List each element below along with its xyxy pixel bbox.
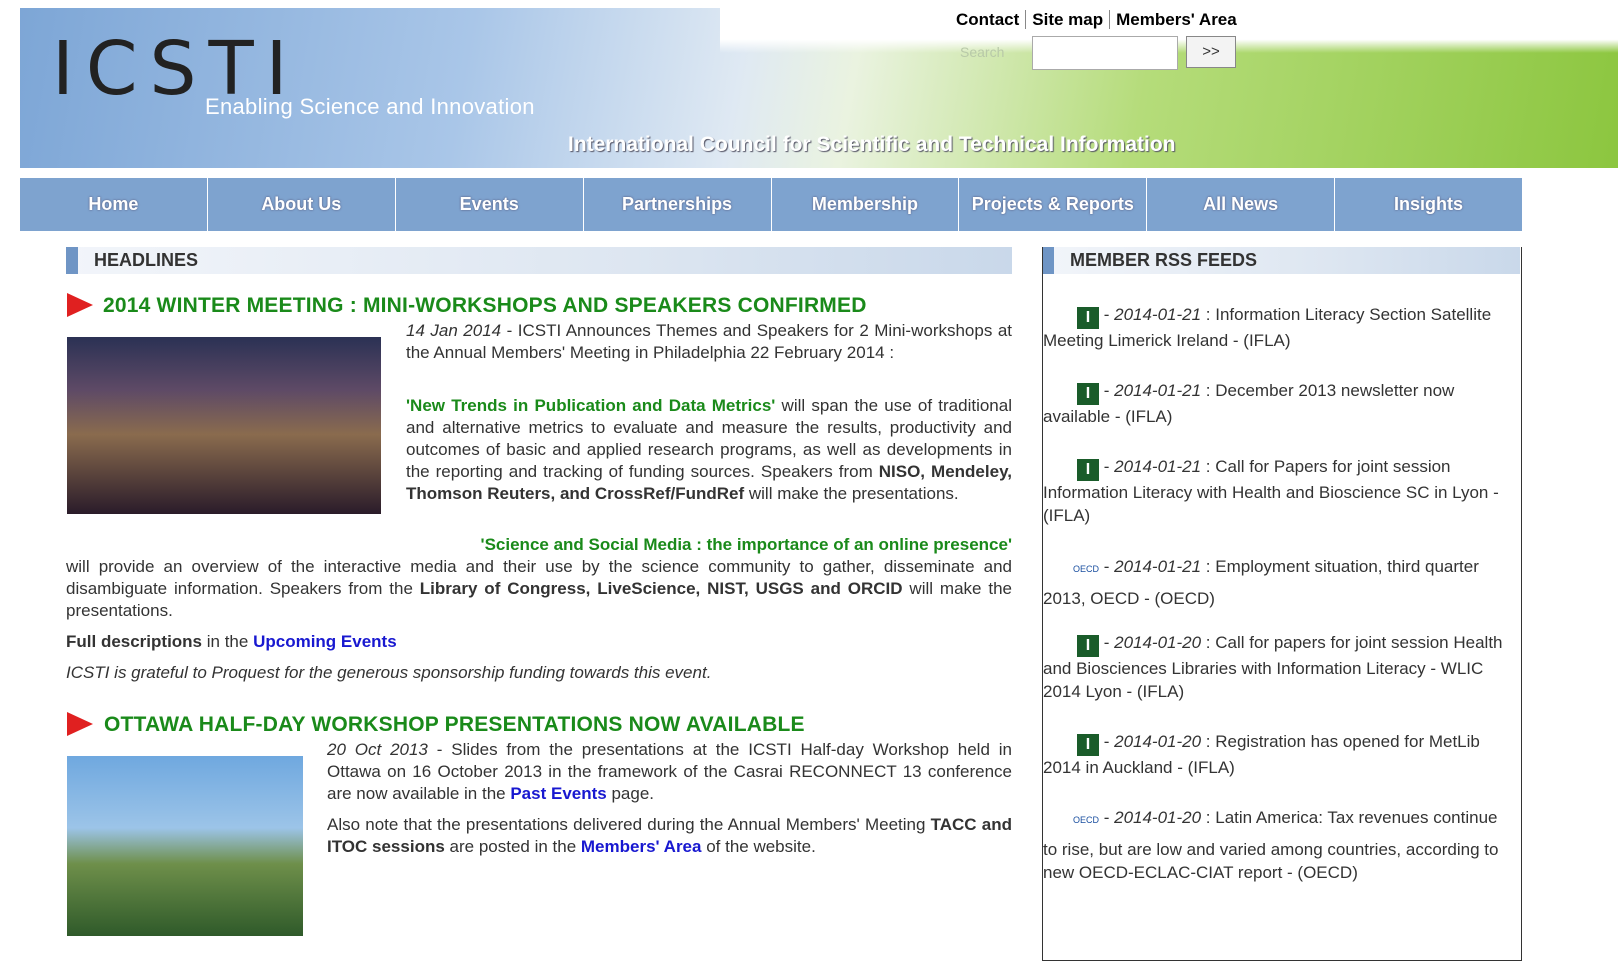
p2-start: Also note that the presentations deliver… [327,815,931,834]
headline-1-intro: 14 Jan 2014 - ICSTI Announces Themes and… [406,320,1012,364]
headline-2-text: 20 Oct 2013 - Slides from the presentati… [327,739,1012,805]
top-links: Contact Site map Members' Area [950,10,1243,30]
past-events-link[interactable]: Past Events [510,784,606,803]
contact-link[interactable]: Contact [950,10,1027,29]
theme-1-title: 'New Trends in Publication and Data Metr… [406,396,776,415]
theme-2-title: 'Science and Social Media : the importan… [480,535,1012,554]
rss-item[interactable]: I - 2014-01-20 : Registration has opened… [1043,730,1515,779]
nav-events[interactable]: Events [396,178,584,231]
rss-text: : Latin America: Tax revenues continue t… [1043,808,1499,882]
oecd-icon: OECD [1073,564,1100,574]
rss-text: : Registration has opened for MetLib 201… [1043,732,1480,777]
rss-item[interactable]: I - 2014-01-21 : December 2013 newslette… [1043,379,1515,428]
rss-date: 2014-01-20 [1114,633,1202,652]
rss-feed-box: I - 2014-01-21 : Information Literacy Se… [1042,247,1522,961]
rss-item[interactable]: I - 2014-01-21 : Information Literacy Se… [1043,303,1515,352]
rss-item[interactable]: OECD - 2014-01-21 : Employment situation… [1043,555,1515,610]
headline-1-theme-1: 'New Trends in Publication and Data Metr… [406,395,1012,505]
nav-partnerships[interactable]: Partnerships [584,178,772,231]
nav-membership[interactable]: Membership [772,178,960,231]
search-label: Search [960,44,1005,60]
nav-insights[interactable]: Insights [1335,178,1522,231]
headline-2-body-end: page. [606,784,654,803]
site-tagline: Enabling Science and Innovation [205,94,535,119]
full-descriptions-label: Full descriptions [66,632,203,651]
rss-date: 2014-01-21 [1114,305,1202,324]
ifla-icon: I [1077,459,1099,481]
rss-date: 2014-01-21 [1114,457,1202,476]
rss-date: 2014-01-20 [1114,732,1202,751]
headline-1-theme-2: 'Science and Social Media : the importan… [66,534,1012,622]
rss-text: : Call for Papers for joint session Info… [1043,457,1499,525]
red-arrow-icon [67,712,93,736]
section-marker [66,247,78,274]
rss-item[interactable]: I - 2014-01-21 : Call for Papers for joi… [1043,455,1515,527]
oecd-icon: OECD [1073,815,1100,825]
full-descriptions: Full descriptions in the Upcoming Events [66,631,1012,653]
headline-2-date: 20 Oct 2013 [327,740,428,759]
site-map-link[interactable]: Site map [1026,10,1111,29]
rss-item[interactable]: OECD - 2014-01-20 : Latin America: Tax r… [1043,806,1515,884]
search-button[interactable]: >> [1186,36,1236,68]
rss-date: 2014-01-20 [1114,808,1202,827]
red-arrow-icon [67,293,93,317]
sponsor-note: ICSTI is grateful to Proquest for the ge… [66,663,712,682]
upcoming-events-link[interactable]: Upcoming Events [253,632,397,651]
philadelphia-photo [67,337,381,514]
nav-all-news[interactable]: All News [1147,178,1336,231]
headline-2-body: - Slides from the presentations at the I… [327,740,1012,803]
p2-end: of the website. [701,837,816,856]
members-area-inline-link[interactable]: Members' Area [581,837,702,856]
rss-text: : Employment situation, third quarter 20… [1043,557,1479,608]
full-descriptions-mid: in the [202,632,254,651]
rss-date: 2014-01-21 [1114,557,1202,576]
theme-2-speakers: Library of Congress, LiveScience, NIST, … [419,579,903,598]
ifla-icon: I [1077,307,1099,329]
rss-text: : December 2013 newsletter now available… [1043,381,1455,426]
search-input[interactable] [1032,36,1178,70]
rss-text: : Call for papers for joint session Heal… [1043,633,1503,701]
ifla-icon: I [1077,383,1099,405]
organization-name: International Council for Scientific and… [568,133,1176,156]
headlines-section-bar: HEADLINES [66,247,1012,274]
p2-mid: are posted in the [444,837,581,856]
ifla-icon: I [1077,635,1099,657]
headline-title-2[interactable]: OTTAWA HALF-DAY WORKSHOP PRESENTATIONS N… [104,713,805,737]
headline-1-date: 14 Jan 2014 [406,321,502,340]
rss-text: : Information Literacy Section Satellite… [1043,305,1492,350]
headlines-title: HEADLINES [94,250,199,270]
members-area-link[interactable]: Members' Area [1110,10,1243,29]
nav-home[interactable]: Home [20,178,208,231]
theme-1-end: will make the presentations. [744,484,959,503]
site-header: ICSTI Enabling Science and Innovation In… [20,8,1618,168]
headline-title-1[interactable]: 2014 WINTER MEETING : MINI-WORKSHOPS AND… [103,294,867,318]
ifla-icon: I [1077,734,1099,756]
nav-projects-reports[interactable]: Projects & Reports [959,178,1148,231]
rss-date: 2014-01-21 [1114,381,1202,400]
headline-2-paragraph-2: Also note that the presentations deliver… [327,814,1012,858]
main-nav: Home About Us Events Partnerships Member… [20,178,1522,231]
rss-item[interactable]: I - 2014-01-20 : Call for papers for joi… [1043,631,1515,703]
nav-about-us[interactable]: About Us [208,178,396,231]
ottawa-photo [67,756,303,936]
